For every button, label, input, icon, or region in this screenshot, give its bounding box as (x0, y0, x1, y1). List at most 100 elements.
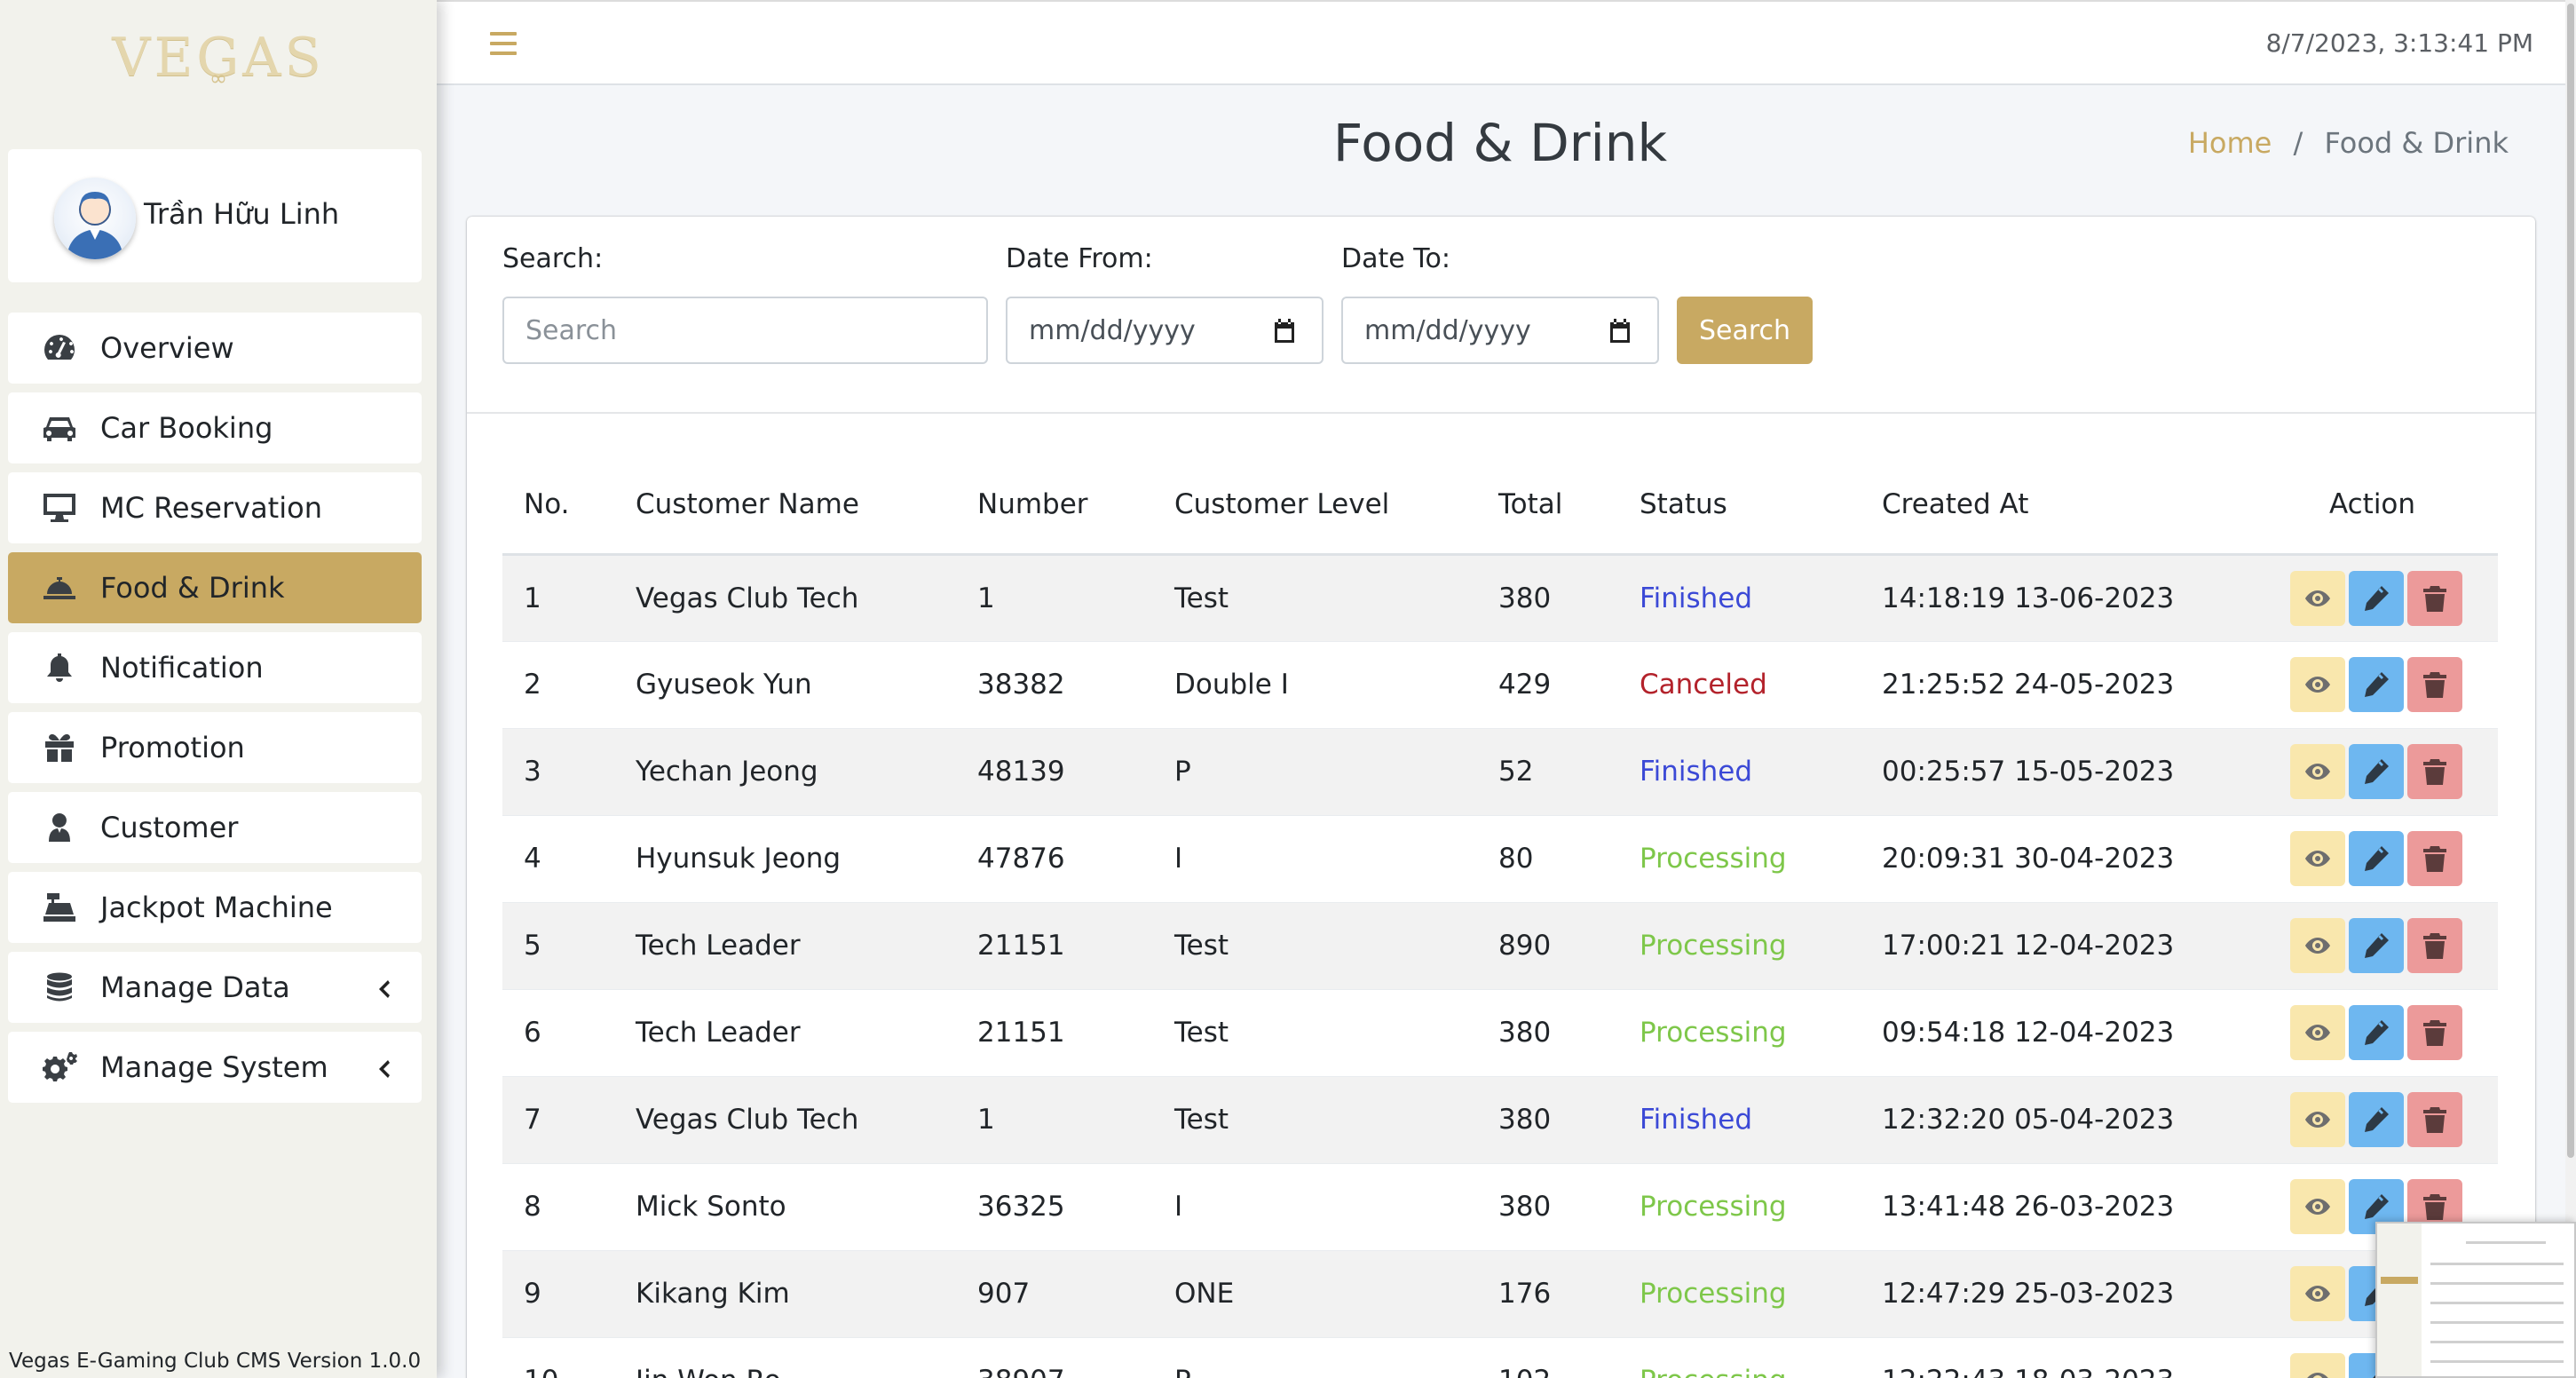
column-header-total[interactable]: Total (1477, 456, 1618, 556)
edit-button[interactable] (2349, 918, 2404, 973)
chevron-left-icon[interactable] (374, 975, 393, 1000)
row-actions (2268, 918, 2498, 973)
delete-button[interactable] (2407, 831, 2462, 886)
eye-icon (2303, 931, 2333, 961)
scrollbar-thumb[interactable] (2567, 4, 2574, 1158)
column-header-created-at[interactable]: Created At (1861, 456, 2247, 556)
sidebar-item-food-drink[interactable]: Food & Drink (8, 552, 422, 623)
column-header-customer-name[interactable]: Customer Name (614, 456, 956, 556)
view-button[interactable] (2290, 918, 2345, 973)
delete-button[interactable] (2407, 744, 2462, 799)
view-button[interactable] (2290, 657, 2345, 712)
cell-no: 9 (502, 1249, 614, 1337)
cell-status: Finished (1618, 1075, 1861, 1163)
sidebar-item-mc-reservation[interactable]: MC Reservation (8, 472, 422, 543)
cell-no: 7 (502, 1075, 614, 1163)
edit-button[interactable] (2349, 831, 2404, 886)
eye-icon (2303, 843, 2333, 874)
sidebar-item-manage-data[interactable]: Manage Data (8, 952, 422, 1023)
user-panel[interactable]: Trần Hữu Linh (8, 149, 422, 282)
pencil-icon (2361, 583, 2391, 614)
user-tie-icon (38, 810, 81, 845)
edit-button[interactable] (2349, 657, 2404, 712)
screenshot-thumbnail-preview[interactable] (2375, 1222, 2576, 1378)
breadcrumb-home-link[interactable]: Home (2188, 126, 2272, 160)
trash-icon (2420, 1018, 2450, 1048)
sidebar-item-label: Notification (100, 651, 264, 685)
row-actions (2268, 570, 2498, 626)
view-button[interactable] (2290, 1092, 2345, 1147)
user-name[interactable]: Trần Hữu Linh (144, 197, 339, 231)
trash-icon (2420, 843, 2450, 874)
delete-button[interactable] (2407, 1092, 2462, 1147)
edit-button[interactable] (2349, 1092, 2404, 1147)
delete-button[interactable] (2407, 657, 2462, 712)
pencil-icon (2361, 1018, 2391, 1048)
hamburger-menu-icon[interactable] (490, 32, 517, 57)
calendar-icon[interactable] (1608, 318, 1632, 344)
trash-icon (2420, 1192, 2450, 1222)
column-header-status[interactable]: Status (1618, 456, 1861, 556)
delete-button[interactable] (2407, 918, 2462, 973)
cell-customer-level: I (1153, 814, 1477, 902)
date-from-label: Date From: (1006, 243, 1153, 274)
logo-ornament-icon: ∞ (209, 66, 227, 91)
view-button[interactable] (2290, 570, 2345, 626)
version-text: Vegas E-Gaming Club CMS Version 1.0.0 (9, 1350, 422, 1373)
edit-button[interactable] (2349, 744, 2404, 799)
edit-button[interactable] (2349, 570, 2404, 626)
column-header-customer-level[interactable]: Customer Level (1153, 456, 1477, 556)
date-from-input[interactable]: mm/dd/yyyy (1006, 297, 1324, 364)
cell-created-at: 17:00:21 12-04-2023 (1861, 901, 2247, 989)
sidebar-item-notification[interactable]: Notification (8, 632, 422, 703)
cell-status: Canceled (1618, 640, 1861, 728)
sidebar-item-promotion[interactable]: Promotion (8, 712, 422, 783)
cell-total: 380 (1477, 988, 1618, 1076)
view-button[interactable] (2290, 831, 2345, 886)
column-header-no[interactable]: No. (502, 456, 614, 556)
cell-total: 102 (1477, 1336, 1618, 1378)
orders-table: No. Customer Name Number Customer Level … (502, 456, 2498, 1378)
cell-customer-level: I (1153, 1162, 1477, 1250)
cell-created-at: 12:22:43 18-03-2023 (1861, 1336, 2247, 1378)
search-button[interactable]: Search (1677, 297, 1813, 364)
cell-total: 380 (1477, 553, 1618, 641)
column-header-number[interactable]: Number (956, 456, 1153, 556)
cell-created-at: 12:47:29 25-03-2023 (1861, 1249, 2247, 1337)
table-row: 7 Vegas Club Tech 1 Test 380 Finished 12:32:20… (502, 1075, 2498, 1163)
edit-button[interactable] (2349, 1005, 2404, 1060)
delete-button[interactable] (2407, 1005, 2462, 1060)
sidebar-item-car-booking[interactable]: Car Booking (8, 392, 422, 463)
trash-icon (2420, 669, 2450, 700)
cell-number: 21151 (956, 901, 1153, 989)
sidebar-item-customer[interactable]: Customer (8, 792, 422, 863)
cell-created-at: 20:09:31 30-04-2023 (1861, 814, 2247, 902)
table-body: 1 Vegas Club Tech 1 Test 380 Finished 14:18:19… (502, 553, 2498, 1378)
view-button[interactable] (2290, 1005, 2345, 1060)
cell-number: 907 (956, 1249, 1153, 1337)
delete-button[interactable] (2407, 570, 2462, 626)
cell-status: Processing (1618, 901, 1861, 989)
sidebar-item-overview[interactable]: Overview (8, 313, 422, 384)
eye-icon (2303, 669, 2333, 700)
date-to-input[interactable]: mm/dd/yyyy (1341, 297, 1659, 364)
sidebar-item-label: Car Booking (100, 411, 273, 445)
view-button[interactable] (2290, 1353, 2345, 1378)
pencil-icon (2361, 1105, 2391, 1135)
view-button[interactable] (2290, 744, 2345, 799)
cell-customer-name: Vegas Club Tech (614, 553, 956, 641)
sidebar-item-jackpot-machine[interactable]: Jackpot Machine (8, 872, 422, 943)
avatar[interactable] (54, 178, 136, 259)
page-scrollbar[interactable] (2565, 0, 2576, 1378)
sidebar-item-manage-system[interactable]: Manage System (8, 1032, 422, 1103)
view-button[interactable] (2290, 1266, 2345, 1321)
view-button[interactable] (2290, 1179, 2345, 1234)
cell-total: 890 (1477, 901, 1618, 989)
cell-number: 36325 (956, 1162, 1153, 1250)
cell-number: 1 (956, 1075, 1153, 1163)
cell-total: 52 (1477, 727, 1618, 815)
gift-icon (38, 730, 81, 765)
chevron-left-icon[interactable] (374, 1055, 393, 1080)
search-input[interactable]: Search (502, 297, 988, 364)
calendar-icon[interactable] (1272, 318, 1297, 344)
